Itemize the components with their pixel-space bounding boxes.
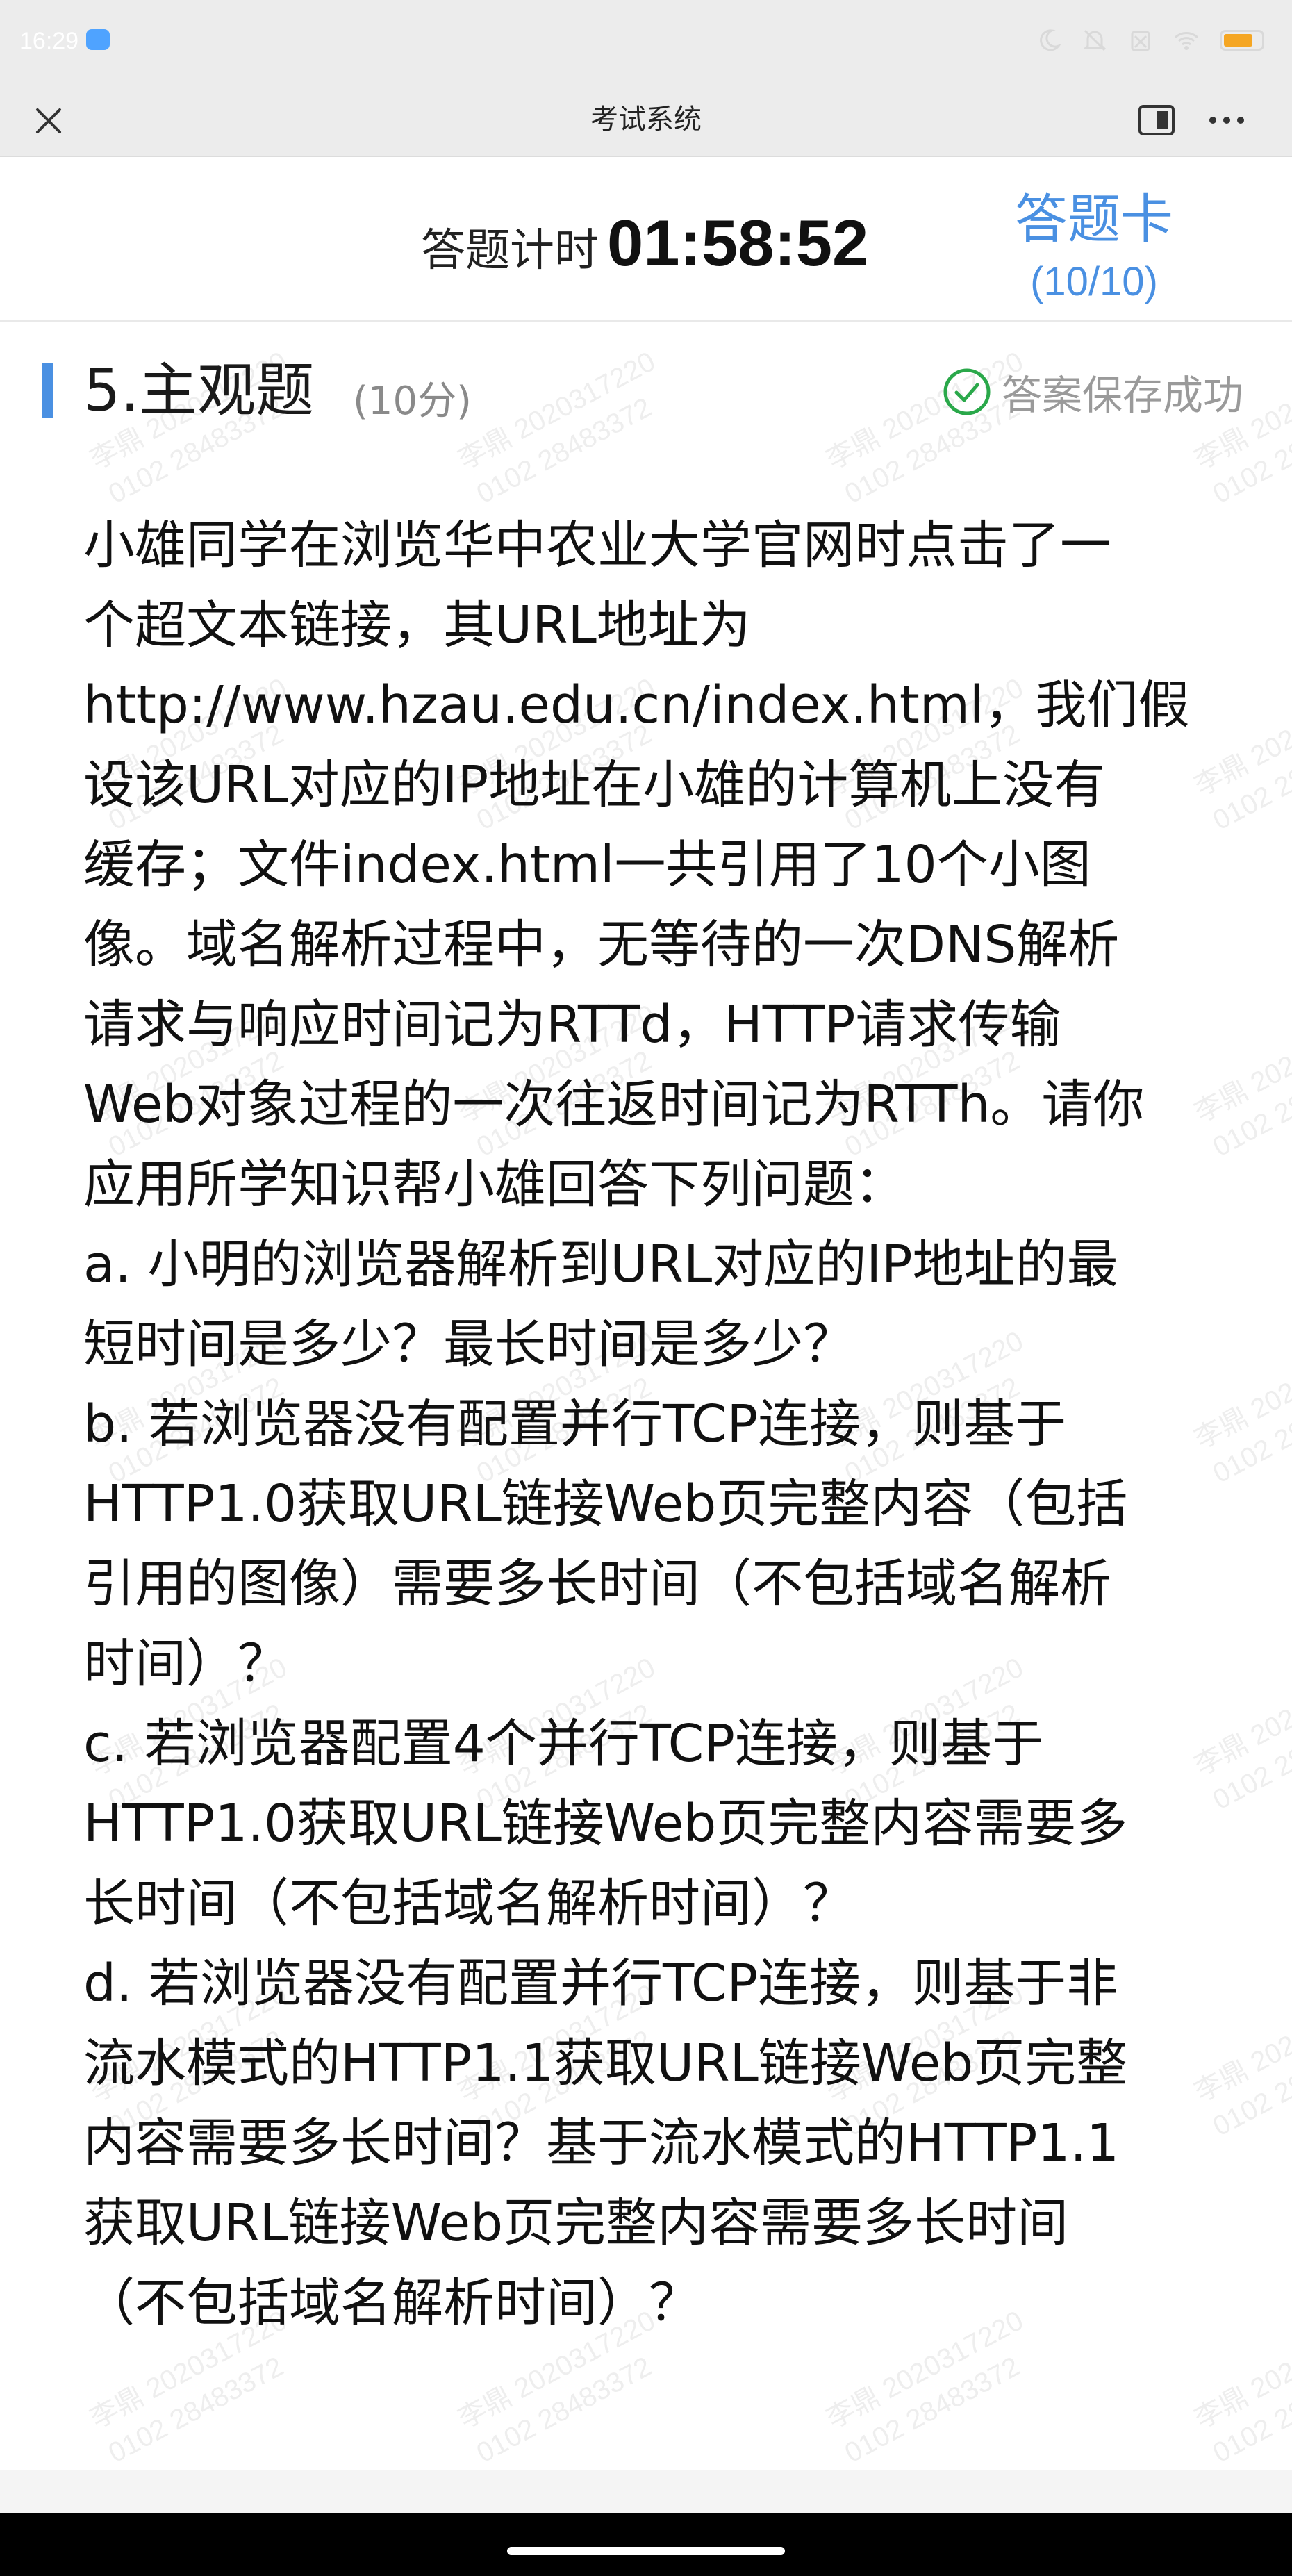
bottom-area xyxy=(0,2470,1292,2513)
question-text-line: 缓存；文件index.html一共引用了10个小图 xyxy=(83,835,1091,895)
status-time: 16:29 xyxy=(19,28,79,54)
more-icon[interactable] xyxy=(1206,103,1248,138)
question-text-line: 引用的图像）需要多长时间（不包括域名解析 xyxy=(83,1554,1111,1614)
no-sim-icon xyxy=(1131,31,1150,51)
question-title: 5.主观题 xyxy=(83,356,315,424)
exam-header: 答题计时 01:58:52 答题卡 (10/10) xyxy=(0,157,1292,322)
check-circle-icon xyxy=(943,368,991,415)
app-title: 考试系统 xyxy=(590,104,702,135)
question-text-line: 获取URL链接Web页完整内容需要多长时间 xyxy=(83,2193,1069,2253)
question-header: 5.主观题 (10分) 答案保存成功 xyxy=(0,347,1292,445)
title-bar: 考试系统 xyxy=(0,83,1292,157)
question-text-line: 像。域名解析过程中，无等待的一次DNS解析 xyxy=(83,915,1120,975)
question-text-line: 内容需要多长时间？基于流水模式的HTTP1.1 xyxy=(83,2113,1120,2173)
question-text-line: b. 若浏览器没有配置并行TCP连接，则基于 xyxy=(83,1394,1067,1454)
question-text-line: （不包括域名解析时间）？ xyxy=(83,2273,700,2333)
answer-timer: 答题计时 01:58:52 xyxy=(421,206,868,279)
question-text-line: http://www.hzau.edu.cn/index.html，我们假 xyxy=(83,675,1190,735)
question-text-line: 时间）？ xyxy=(83,1634,289,1694)
wifi-icon xyxy=(1174,32,1199,50)
question-text-line: 请求与响应时间记为RTTd，HTTP请求传输 xyxy=(83,995,1061,1055)
watermark-line: 0102 28483372 xyxy=(103,2351,289,2469)
mute-icon xyxy=(1083,29,1107,51)
save-status-text: 答案保存成功 xyxy=(1002,372,1244,419)
question-text-line: 设该URL对应的IP地址在小雄的计算机上没有 xyxy=(83,755,1106,815)
status-icons xyxy=(1036,26,1264,54)
question-accent-bar xyxy=(42,363,53,418)
question-text-line: 流水模式的HTTP1.1获取URL链接Web页完整 xyxy=(83,2033,1128,2093)
question-text-line: 应用所学知识帮小雄回答下列问题： xyxy=(83,1155,906,1214)
save-status: 答案保存成功 xyxy=(942,363,1243,421)
watermark-line: 0102 28483372 xyxy=(472,2351,657,2469)
answer-card-count: (10/10) xyxy=(1030,259,1158,304)
answer-card-label: 答题卡 xyxy=(1015,188,1173,250)
moon-icon xyxy=(1040,29,1061,51)
watermark-line: 0102 28483372 xyxy=(840,2351,1025,2469)
question-text-line: 个超文本链接，其URL地址为 xyxy=(83,595,751,655)
question-text-line: c. 若浏览器配置4个并行TCP连接，则基于 xyxy=(83,1714,1043,1774)
watermark-line: 0102 28483372 xyxy=(1208,2351,1292,2469)
navigation-bar xyxy=(0,2513,1292,2576)
timer-label: 答题计时 xyxy=(421,225,599,276)
question-text-line: HTTP1.0获取URL链接Web页完整内容需要多 xyxy=(83,1794,1128,1853)
status-bar: 16:29 xyxy=(0,0,1292,83)
question-text-line: 短时间是多少？最长时间是多少？ xyxy=(83,1314,854,1374)
answer-card-button[interactable]: 答题卡 (10/10) xyxy=(979,185,1209,310)
question-body: 小雄同学在浏览华中农业大学官网时点击了一 个超文本链接，其URL地址为 http:/… xyxy=(83,506,1223,2343)
split-screen-icon[interactable] xyxy=(1138,103,1175,138)
timer-value: 01:58:52 xyxy=(607,206,869,279)
question-text-line: 小雄同学在浏览华中农业大学官网时点击了一 xyxy=(83,515,1111,575)
weather-icon xyxy=(86,29,110,50)
home-gesture-handle[interactable] xyxy=(507,2547,785,2555)
question-points: (10分) xyxy=(353,379,472,424)
question-text-line: a. 小明的浏览器解析到URL对应的IP地址的最 xyxy=(83,1235,1118,1294)
question-text-line: Web对象过程的一次往返时间记为RTTh。请你 xyxy=(83,1075,1145,1134)
question-text-line: HTTP1.0获取URL链接Web页完整内容（包括 xyxy=(83,1474,1128,1534)
question-text-line: 长时间（不包括域名解析时间）？ xyxy=(83,1874,854,1933)
battery-icon xyxy=(1220,30,1264,51)
question-text-line: d. 若浏览器没有配置并行TCP连接，则基于非 xyxy=(83,1954,1118,2013)
